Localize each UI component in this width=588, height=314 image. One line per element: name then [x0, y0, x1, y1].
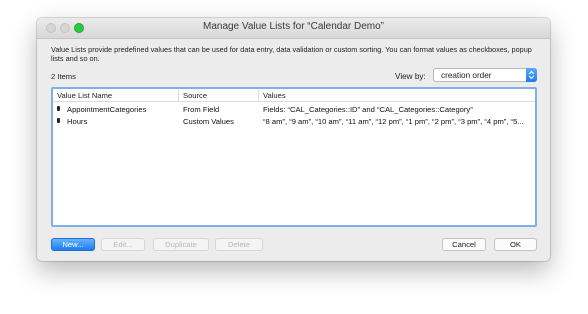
view-by-selected-value: creation order: [441, 71, 492, 80]
column-header-name[interactable]: Value List Name: [57, 91, 112, 100]
item-count: 2 Items: [51, 72, 76, 81]
drag-handle-icon[interactable]: [57, 106, 60, 111]
value-list-source: From Field: [183, 105, 220, 114]
description-text: Value Lists provide predefined values th…: [51, 45, 532, 63]
value-list-source: Custom Values: [183, 117, 234, 126]
column-header-source[interactable]: Source: [183, 91, 207, 100]
cancel-button[interactable]: Cancel: [442, 238, 486, 251]
title-bar: Manage Value Lists for “Calendar Demo”: [37, 18, 550, 39]
column-divider: [258, 90, 259, 101]
value-list-name: AppointmentCategories: [67, 105, 147, 114]
table-row[interactable]: Hours Custom Values “8 am”, “9 am”, “10 …: [53, 115, 535, 127]
column-header-values[interactable]: Values: [263, 91, 286, 100]
duplicate-button[interactable]: Duplicate: [153, 238, 209, 251]
view-by-label: View by:: [395, 72, 426, 81]
value-list-name: Hours: [67, 117, 88, 126]
table-row[interactable]: AppointmentCategories From Field Fields:…: [53, 103, 535, 115]
edit-button[interactable]: Edit...: [101, 238, 145, 251]
table-header: Value List Name Source Values: [53, 89, 535, 102]
column-divider: [178, 90, 179, 101]
window-title: Manage Value Lists for “Calendar Demo”: [202, 21, 384, 32]
new-button[interactable]: New...: [51, 238, 95, 251]
updown-chevron-icon: [526, 68, 537, 82]
drag-handle-icon[interactable]: [57, 118, 60, 123]
value-list-values: Fields: “CAL_Categories::ID” and “CAL_Ca…: [263, 105, 473, 114]
ok-button[interactable]: OK: [494, 238, 537, 251]
value-list-values: “8 am”, “9 am”, “10 am”, “11 am”, “12 pm…: [263, 117, 524, 126]
value-lists-table[interactable]: Value List Name Source Values Appointmen…: [51, 87, 537, 227]
delete-button[interactable]: Delete: [215, 238, 263, 251]
view-by-select[interactable]: creation order: [433, 68, 537, 82]
manage-value-lists-dialog: Manage Value Lists for “Calendar Demo” V…: [37, 18, 550, 261]
